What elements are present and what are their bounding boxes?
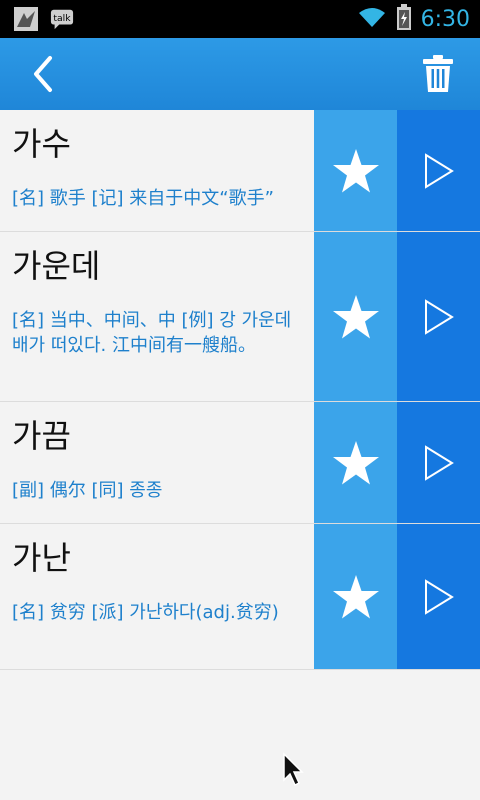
status-bar-notifications: talk [14,7,74,31]
star-icon [332,294,379,338]
list-item[interactable]: 가운데 [名] 当中、中间、中 [例] 강 가운데 배가 떠있다. 江中间有一艘… [0,232,480,402]
word-title: 가난 [12,539,71,577]
list-item[interactable]: 가수 [名] 歌手 [记] 来自于中文“歌手” [0,110,480,232]
star-icon [332,440,379,484]
list-item[interactable]: 가난 [名] 贫穷 [派] 가난하다(adj.贫穷) [0,524,480,670]
talk-icon: talk [50,7,74,31]
word-definition: [名] 当中、中间、中 [例] 강 가운데 배가 떠있다. 江中间有一艘船。 [12,310,292,356]
back-button[interactable] [22,54,66,94]
favorite-button[interactable] [314,232,397,401]
battery-icon [396,4,411,34]
mouse-cursor-icon [282,752,308,788]
word-title: 가운데 [12,247,101,285]
word-list: 가수 [名] 歌手 [记] 来自于中文“歌手” 가운데 [名] 当中、中间、中 … [0,110,480,670]
favorite-button[interactable] [314,524,397,669]
play-icon [424,444,454,481]
list-item-text: 가난 [名] 贫穷 [派] 가난하다(adj.贫穷) [0,524,314,669]
word-title: 가수 [12,125,71,163]
notification-app-icon [14,7,38,31]
list-item-text: 가운데 [名] 当中、中间、中 [例] 강 가운데 배가 떠있다. 江中间有一艘… [0,232,314,401]
chevron-left-icon [34,56,52,92]
talk-icon-label: talk [53,13,71,24]
list-item-text: 가끔 [副] 偶尔 [同] 종종 [0,402,314,523]
play-button[interactable] [397,402,480,523]
star-icon [332,148,379,192]
word-title: 가끔 [12,417,71,455]
play-button[interactable] [397,232,480,401]
play-icon [424,152,454,189]
play-icon [424,578,454,615]
star-icon [332,574,379,618]
trash-icon [423,55,453,92]
play-button[interactable] [397,110,480,231]
favorite-button[interactable] [314,110,397,231]
list-item[interactable]: 가끔 [副] 偶尔 [同] 종종 [0,402,480,524]
status-bar: talk 6:30 [0,0,480,38]
word-definition: [名] 歌手 [记] 来自于中文“歌手” [12,188,274,209]
word-definition: [名] 贫穷 [派] 가난하다(adj.贫穷) [12,602,279,623]
list-item-text: 가수 [名] 歌手 [记] 来自于中文“歌手” [0,110,314,231]
wifi-icon [357,5,387,33]
status-time: 6:30 [420,6,470,32]
delete-button[interactable] [416,52,460,96]
word-definition: [副] 偶尔 [同] 종종 [12,480,163,501]
play-icon [424,298,454,335]
play-button[interactable] [397,524,480,669]
favorite-button[interactable] [314,402,397,523]
app-bar [0,38,480,110]
